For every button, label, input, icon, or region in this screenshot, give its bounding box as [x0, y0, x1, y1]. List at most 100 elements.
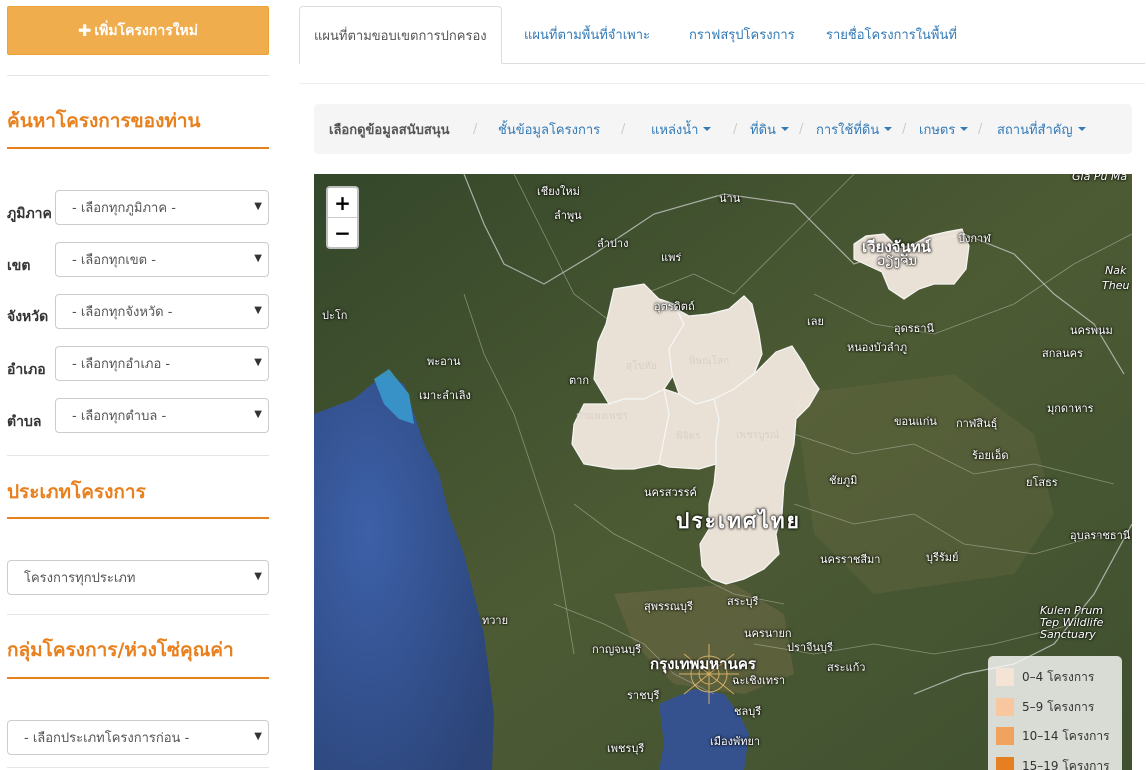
map-label: ขอนแก่น [894, 415, 937, 428]
map-label: เลย [807, 315, 824, 328]
map-label: ชัยภูมิ [829, 474, 858, 487]
breadcrumb-separator: / [473, 121, 478, 137]
divider [7, 455, 269, 456]
divider [7, 767, 269, 768]
district-select[interactable]: - เลือกทุกอำเภอ - ▼ [55, 346, 269, 381]
map-label: Gia Pu Ma [1072, 174, 1128, 183]
zone-select-value: - เลือกทุกเขต - [72, 253, 156, 268]
sidebar: ✚ เพิ่มโครงการใหม่ ค้นหาโครงการของท่าน ภ… [7, 0, 269, 770]
layer-projects-link[interactable]: ชั้นข้อมูลโครงการ [498, 104, 600, 154]
province-select[interactable]: - เลือกทุกจังหวัด - ▼ [55, 294, 269, 329]
map-label: เมืองพัทยา [710, 735, 761, 748]
tab-project-list[interactable]: รายชื่อโครงการในพื้นที่ [826, 6, 957, 63]
project-type-value: โครงการทุกประเภท [24, 571, 136, 586]
land-use-label: การใช้ที่ดิน [816, 122, 880, 138]
caret-down-icon [780, 127, 789, 131]
map-label: บึงกาฬ [958, 232, 991, 245]
support-data-label: เลือกดูข้อมูลสนับสนุน [329, 122, 450, 138]
map-label: Theu [1102, 279, 1130, 292]
zone-select[interactable]: - เลือกทุกเขต - ▼ [55, 242, 269, 277]
caret-down-icon [1077, 127, 1086, 131]
region-select-value: - เลือกทุกภูมิภาค - [72, 201, 176, 216]
zoom-out-button[interactable]: − [328, 218, 357, 247]
province-select-value: - เลือกทุกจังหวัด - [72, 305, 173, 320]
add-project-label: เพิ่มโครงการใหม่ [94, 22, 199, 39]
map-label: ปราจีนบุรี [787, 641, 833, 654]
tab-admin-boundary-map[interactable]: แผนที่ตามขอบเขตการปกครอง [299, 6, 502, 64]
map-label: นครนายก [744, 627, 792, 640]
map-label: นครราชสีมา [820, 553, 881, 566]
agriculture-label: เกษตร [919, 122, 956, 138]
map-label: นครพนม [1070, 324, 1113, 337]
caret-down-icon [884, 127, 893, 131]
section-underline [7, 147, 269, 149]
caret-down-icon: ▼ [254, 409, 262, 420]
land-use-dropdown[interactable]: การใช้ที่ดิน [816, 104, 893, 154]
map-label: ร้อยเอ็ด [972, 449, 1009, 462]
province-label: จังหวัด [7, 309, 49, 325]
subdistrict-select[interactable]: - เลือกทุกตำบล - ▼ [55, 398, 269, 433]
map-label: กำแพงเพชร [576, 411, 628, 422]
legend-swatch [996, 668, 1014, 686]
subdistrict-select-value: - เลือกทุกตำบล - [72, 409, 167, 424]
breadcrumb-separator: / [799, 121, 804, 137]
vientiane-sub-label: ວຽງຈັນ [877, 254, 917, 269]
map-view[interactable]: เชียงใหม่ ลำพูน น่าน ลำปาง แพร่ อุตรดิตถ… [314, 174, 1132, 770]
map-label: เพชรบูรณ์ [736, 430, 780, 441]
map-label: แพร่ [661, 251, 682, 264]
caret-down-icon: ▼ [254, 357, 262, 368]
legend-item: 15–19 โครงการ [996, 757, 1110, 770]
caret-down-icon: ▼ [254, 731, 262, 742]
map-label: Nak [1105, 264, 1127, 277]
project-group-value: - เลือกประเภทโครงการก่อน - [24, 731, 190, 746]
district-label: อำเภอ [7, 362, 46, 378]
legend-item: 0–4 โครงการ [996, 668, 1094, 686]
map-label: ทวาย [482, 614, 509, 627]
legend-label: 15–19 โครงการ [1022, 758, 1110, 770]
search-section-title: ค้นหาโครงการของท่าน [7, 110, 201, 132]
water-source-label: แหล่งน้ำ [651, 122, 699, 138]
map-label: ลำปาง [597, 237, 629, 250]
zoom-in-button[interactable]: + [328, 188, 357, 218]
map-label: สุโขทัย [626, 361, 657, 372]
caret-down-icon: ▼ [254, 571, 262, 582]
map-label: อุดรธานี [894, 322, 935, 335]
zone-label: เขต [7, 258, 31, 274]
divider [299, 83, 1145, 84]
tab-specific-area-map[interactable]: แผนที่ตามพื้นที่จำเพาะ [524, 6, 650, 63]
land-dropdown[interactable]: ที่ดิน [750, 104, 789, 154]
map-label: อุบลราชธานี [1070, 529, 1131, 542]
plus-icon: ✚ [77, 21, 92, 40]
breadcrumb-separator: / [621, 121, 626, 137]
country-label: ประเทศไทย [676, 509, 801, 533]
map-label: บุรีรัมย์ [926, 551, 959, 564]
map-label: น่าน [719, 192, 741, 205]
legend-label: 5–9 โครงการ [1022, 699, 1095, 714]
region-select[interactable]: - เลือกทุกภูมิภาค - ▼ [55, 190, 269, 225]
add-project-button[interactable]: ✚ เพิ่มโครงการใหม่ [7, 6, 269, 55]
land-label: ที่ดิน [750, 122, 776, 138]
support-data-bar: เลือกดูข้อมูลสนับสนุน / ชั้นข้อมูลโครงกา… [314, 104, 1132, 154]
region-label: ภูมิภาค [7, 206, 52, 222]
project-type-select[interactable]: โครงการทุกประเภท ▼ [7, 560, 269, 595]
map-label: สระแก้ว [827, 661, 866, 674]
project-group-select[interactable]: - เลือกประเภทโครงการก่อน - ▼ [7, 720, 269, 755]
caret-down-icon: ▼ [254, 305, 262, 316]
map-label: หนองบัวลำภู [847, 341, 908, 354]
map-label: สระบุรี [727, 595, 759, 608]
legend-swatch [996, 698, 1014, 716]
tab-bar: แผนที่ตามขอบเขตการปกครอง แผนที่ตามพื้นที… [299, 6, 1145, 64]
legend-item: 5–9 โครงการ [996, 698, 1094, 716]
water-source-dropdown[interactable]: แหล่งน้ำ [651, 104, 712, 154]
subdistrict-label: ตำบล [7, 414, 42, 430]
tab-project-summary-chart[interactable]: กราฟสรุปโครงการ [689, 6, 795, 63]
map-label: ชลบุรี [734, 705, 762, 718]
landmarks-dropdown[interactable]: สถานที่สำคัญ [997, 104, 1086, 154]
agriculture-dropdown[interactable]: เกษตร [919, 104, 969, 154]
legend-label: 0–4 โครงการ [1022, 669, 1095, 684]
legend-swatch [996, 727, 1014, 745]
divider [7, 614, 269, 615]
map-label: เพชรบุรี [607, 742, 645, 755]
section-underline [7, 517, 269, 519]
map-label: กาญจนบุรี [592, 643, 642, 656]
